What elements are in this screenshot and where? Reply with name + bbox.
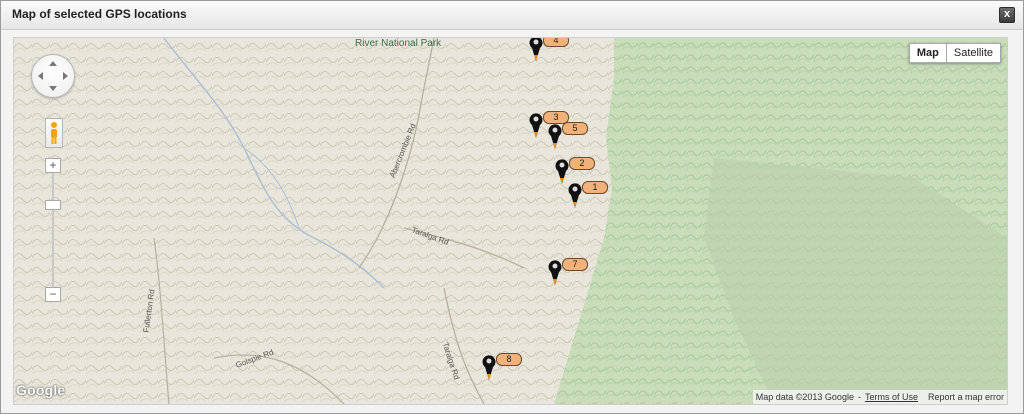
report-map-error-link[interactable]: Report a map error (928, 392, 1004, 402)
close-button[interactable]: x (999, 7, 1015, 23)
gps-marker[interactable]: 4 (529, 38, 569, 64)
google-logo: Google (16, 382, 66, 398)
map-pin-icon (568, 183, 582, 208)
zoom-slider-handle[interactable] (45, 200, 61, 210)
map-pin-icon (529, 38, 543, 61)
marker-label: 5 (562, 122, 588, 135)
gps-marker[interactable]: 7 (548, 258, 588, 288)
map-pin-icon (555, 159, 569, 184)
map-type-control: Map Satellite (908, 43, 1001, 63)
pan-control[interactable] (31, 54, 75, 98)
gps-marker[interactable]: 5 (548, 122, 588, 152)
map-pin-icon (548, 260, 562, 285)
zoom-in-button[interactable]: + (45, 158, 61, 173)
marker-label: 4 (543, 38, 569, 47)
dialog-titlebar: Map of selected GPS locations x (1, 1, 1023, 30)
pan-arrows-icon (38, 61, 68, 91)
map-terrain (14, 38, 1007, 404)
marker-label: 8 (496, 353, 522, 366)
dialog: Map of selected GPS locations x River Na… (0, 0, 1024, 414)
map-type-map-button[interactable]: Map (908, 43, 946, 63)
park-label: River National Park (355, 38, 442, 49)
map-pin-icon (548, 124, 562, 149)
gps-marker[interactable]: 8 (482, 353, 522, 383)
map-pin-icon (482, 355, 496, 380)
attribution-text: Map data ©2013 Google (755, 392, 854, 402)
map-pin-icon (529, 113, 543, 138)
map-type-satellite-button[interactable]: Satellite (945, 43, 1001, 63)
map-attribution: Map data ©2013 Google - Terms of Use Rep… (752, 390, 1007, 404)
gps-marker[interactable]: 1 (568, 181, 608, 211)
pegman-icon (51, 122, 57, 144)
map-canvas[interactable]: River National Park Abercrombie Rd Taral… (13, 37, 1008, 405)
marker-label: 2 (569, 157, 595, 170)
marker-label: 1 (582, 181, 608, 194)
marker-label: 7 (562, 258, 588, 271)
zoom-slider-track[interactable] (52, 166, 54, 294)
terms-of-use-link[interactable]: Terms of Use (865, 392, 918, 402)
street-view-pegman[interactable] (45, 118, 63, 148)
zoom-out-button[interactable]: − (45, 287, 61, 302)
dialog-title: Map of selected GPS locations (12, 7, 187, 21)
